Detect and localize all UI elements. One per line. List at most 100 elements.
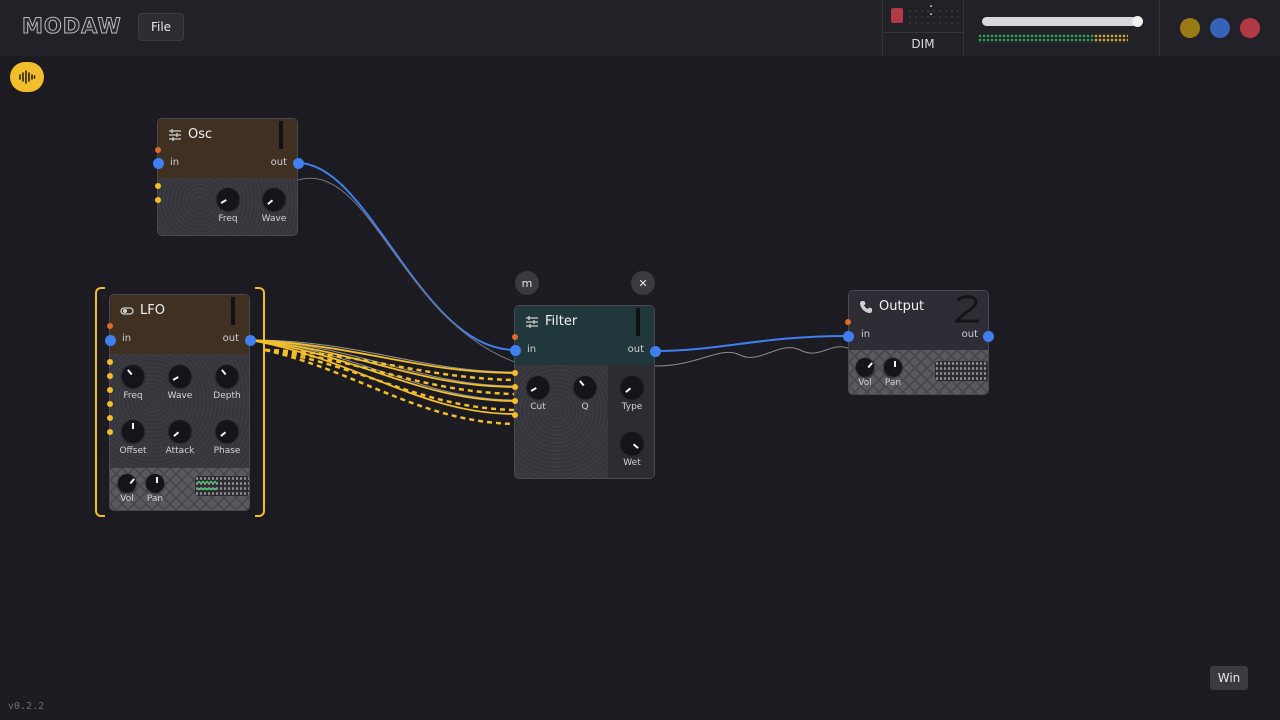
filter-out-port[interactable] xyxy=(650,346,661,357)
filter-out-label: out xyxy=(627,344,644,355)
filter-node[interactable]: Filter in out Cut Q Type Wet xyxy=(514,305,655,479)
selection-bracket-right xyxy=(255,287,265,517)
output-node[interactable]: Output in out Vol Pan xyxy=(848,290,989,395)
lfo-node[interactable]: LFO in out Freq Wave Depth Offset Attack… xyxy=(109,294,250,511)
osc-freq-knob[interactable] xyxy=(217,188,239,210)
osc-wave-mod-port[interactable] xyxy=(155,197,161,203)
lfo-offset-knob[interactable] xyxy=(122,420,144,442)
lfo-attack-mod-port[interactable] xyxy=(107,415,113,421)
sliders-icon xyxy=(169,129,181,141)
lfo-freq-knob[interactable] xyxy=(122,365,144,387)
lfo-depth-knob[interactable] xyxy=(216,365,238,387)
master-level-meter-peak xyxy=(1094,34,1128,43)
lfo-freq-mod-port[interactable] xyxy=(107,359,113,365)
lfo-depth-mod-port[interactable] xyxy=(107,387,113,393)
filter-cut-mod-port[interactable] xyxy=(512,370,518,376)
cable-filter-output xyxy=(654,335,849,352)
version-label: v0.2.2 xyxy=(8,701,45,712)
osc-mod-port[interactable] xyxy=(155,147,161,153)
lfo-wave-knob[interactable] xyxy=(169,365,191,387)
lfo-vol-knob[interactable] xyxy=(118,474,136,492)
lfo-pan-label: Pan xyxy=(146,494,164,504)
osc-title: Osc xyxy=(188,127,213,142)
osc-wave-label: Wave xyxy=(261,214,287,224)
lfo-wave-mod-port[interactable] xyxy=(107,373,113,379)
dim-panel: · · DIM xyxy=(882,0,964,56)
osc-node-body: Freq Wave xyxy=(158,178,297,235)
master-volume-thumb[interactable] xyxy=(1132,16,1144,27)
filter-close-button[interactable]: ✕ xyxy=(631,271,655,295)
lfo-offset-label: Offset xyxy=(119,446,147,456)
lfo-out-port[interactable] xyxy=(245,335,256,346)
output-vol-knob[interactable] xyxy=(856,358,874,376)
selection-bracket-left xyxy=(95,287,105,517)
cable-lfo-mod-dashed xyxy=(264,348,516,426)
lfo-node-header[interactable]: LFO in out xyxy=(110,295,249,354)
filter-mute-button[interactable]: m xyxy=(515,271,539,295)
window-minimize-button[interactable] xyxy=(1180,18,1200,38)
lfo-in-port[interactable] xyxy=(105,335,116,346)
filter-type-mod-port[interactable] xyxy=(512,398,518,404)
output-pan-knob[interactable] xyxy=(884,358,902,376)
master-volume-fill xyxy=(982,17,1138,26)
osc-out-port[interactable] xyxy=(293,158,304,169)
filter-cut-label: Cut xyxy=(530,402,546,412)
lfo-title: LFO xyxy=(140,303,165,318)
app-logo: MODAW xyxy=(22,14,122,39)
master-volume-slider[interactable] xyxy=(982,16,1144,27)
lfo-phase-label: Phase xyxy=(213,446,241,456)
filter-q-label: Q xyxy=(581,402,589,412)
toggle-icon xyxy=(120,307,134,315)
lfo-level-meter-leds xyxy=(197,480,217,491)
lfo-offset-mod-port[interactable] xyxy=(107,401,113,407)
dim-button[interactable]: DIM xyxy=(883,32,963,56)
osc-node[interactable]: Osc in out Freq Wave xyxy=(157,118,298,236)
filter-q-knob[interactable] xyxy=(574,376,596,398)
window-maximize-button[interactable] xyxy=(1210,18,1230,38)
output-mod-port[interactable] xyxy=(845,319,851,325)
cable-osc-filter-shadow xyxy=(297,177,516,363)
output-in-port[interactable] xyxy=(843,331,854,342)
output-out-port[interactable] xyxy=(983,331,994,342)
dim-options-icon[interactable]: · · xyxy=(929,1,933,22)
filter-cut-knob[interactable] xyxy=(527,376,549,398)
filter-node-header[interactable]: Filter in out xyxy=(515,306,654,365)
filter-in-port[interactable] xyxy=(510,345,521,356)
lfo-mod-port[interactable] xyxy=(107,323,113,329)
filter-q-mod-port[interactable] xyxy=(512,384,518,390)
osc-out-label: out xyxy=(270,157,287,168)
osc-wave-knob[interactable] xyxy=(263,188,285,210)
filter-title: Filter xyxy=(545,314,578,329)
top-bar: MODAW File · · DIM xyxy=(0,0,1280,56)
lfo-pan-knob[interactable] xyxy=(146,474,164,492)
win-button[interactable]: Win xyxy=(1210,666,1248,690)
dim-record-indicator[interactable] xyxy=(891,8,903,23)
phone-icon xyxy=(860,301,872,313)
osc-freq-label: Freq xyxy=(218,214,238,224)
lfo-wave-label: Wave xyxy=(167,391,193,401)
filter-wet-label: Wet xyxy=(623,458,641,468)
lfo-phase-mod-port[interactable] xyxy=(107,429,113,435)
output-node-header[interactable]: Output in out xyxy=(849,291,988,350)
filter-type-knob[interactable] xyxy=(621,376,643,398)
lfo-level-meter xyxy=(195,476,249,496)
window-close-button[interactable] xyxy=(1240,18,1260,38)
output-node-footer: Vol Pan xyxy=(849,350,988,394)
output-level-meter xyxy=(935,361,988,381)
lfo-depth-label: Depth xyxy=(213,391,241,401)
lfo-phase-knob[interactable] xyxy=(216,420,238,442)
cable-osc-filter xyxy=(297,162,516,351)
osc-node-header[interactable]: Osc in out xyxy=(158,119,297,178)
lfo-attack-knob[interactable] xyxy=(169,420,191,442)
cable-lfo-mod-solid xyxy=(249,339,516,415)
file-menu-button[interactable]: File xyxy=(138,13,184,41)
osc-in-port[interactable] xyxy=(153,158,164,169)
filter-wet-knob[interactable] xyxy=(621,432,643,454)
master-section xyxy=(964,0,1160,56)
osc-freq-mod-port[interactable] xyxy=(155,183,161,189)
filter-wet-mod-port[interactable] xyxy=(512,412,518,418)
lfo-freq-label: Freq xyxy=(123,391,143,401)
waveform-icon[interactable] xyxy=(10,62,44,92)
filter-mod-port[interactable] xyxy=(512,334,518,340)
cable-filter-output-shadow xyxy=(654,346,849,367)
